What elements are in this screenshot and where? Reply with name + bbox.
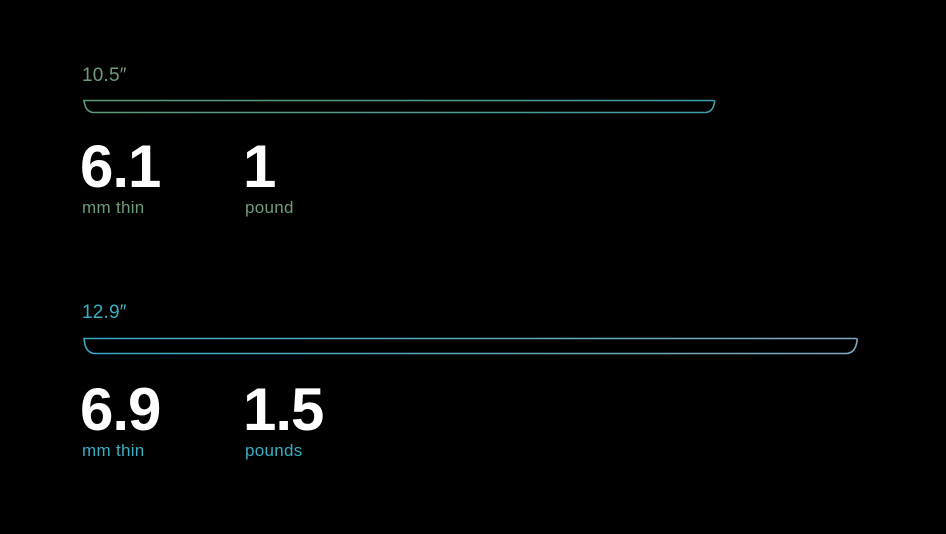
device-outline-10-5 <box>83 99 716 114</box>
weight-stat: 1.5 pounds <box>243 376 324 462</box>
weight-value: 1.5 <box>243 376 324 443</box>
weight-value: 1 <box>243 133 276 200</box>
ipad-12-9-block: 12.9″ 6.9 mm thin 1.5 pounds <box>80 301 860 480</box>
stats-12-9: 6.9 mm thin 1.5 pounds <box>80 376 860 480</box>
thickness-value: 6.9 <box>80 376 161 443</box>
device-outline-12-9 <box>83 337 858 355</box>
weight-unit: pound <box>245 198 294 217</box>
stats-10-5: 6.1 mm thin 1 pound <box>80 133 718 237</box>
thickness-stat: 6.9 mm thin <box>80 376 161 462</box>
thickness-value: 6.1 <box>80 133 161 200</box>
ipad-10-5-block: 10.5″ 6.1 mm thin 1 pound <box>80 64 718 237</box>
thickness-unit: mm thin <box>82 198 145 217</box>
weight-stat: 1 pound <box>243 133 294 219</box>
thickness-unit: mm thin <box>82 441 145 460</box>
weight-unit: pounds <box>245 441 303 460</box>
size-label-12-9: 12.9″ <box>82 302 127 323</box>
thickness-stat: 6.1 mm thin <box>80 133 161 219</box>
size-label-10-5: 10.5″ <box>82 65 127 86</box>
